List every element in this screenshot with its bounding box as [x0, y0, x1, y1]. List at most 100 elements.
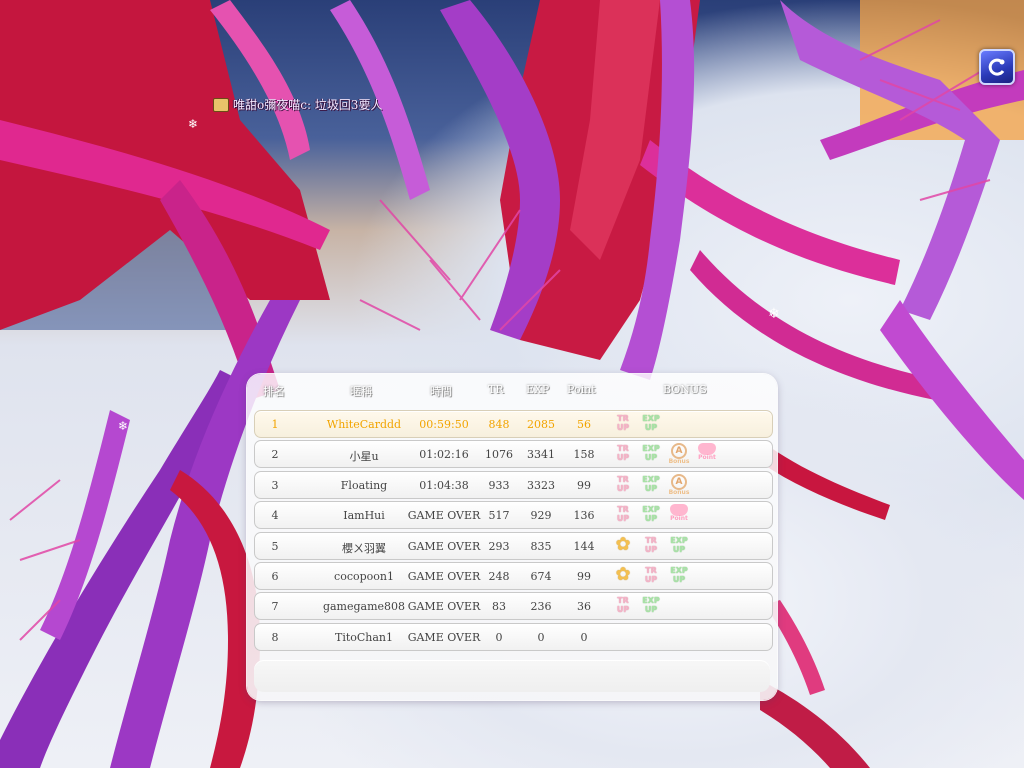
badge-top: EXP — [642, 474, 660, 484]
badge-bottom: UP — [616, 423, 630, 432]
panel-footer — [254, 660, 770, 692]
cell-name: IamHui — [343, 509, 385, 523]
badge-top: TR — [645, 566, 657, 575]
badge-top: EXP — [670, 535, 688, 545]
badge-bottom: Bonus — [668, 458, 690, 466]
tr-up-badge-icon: TR UP — [611, 474, 635, 496]
cell-rank: 2 — [271, 448, 279, 462]
cell-rank: 3 — [271, 478, 279, 492]
results-header: 排名 暱稱 時間 TR EXP Point BONUS — [247, 380, 777, 400]
badge-bottom: UP — [616, 605, 630, 615]
badge-bottom: UP — [644, 453, 658, 463]
point-badge-icon: Point — [667, 504, 691, 526]
bonus-badge-icon: A Bonus — [667, 473, 691, 496]
result-row: 3 Floating 01:04:38 933 3323 99 TR UP EXP UP A Bonu… — [254, 470, 773, 499]
header-tr: TR — [488, 383, 504, 396]
badge-top: EXP — [670, 566, 688, 575]
header-time: 時間 — [430, 385, 452, 398]
cell-point: 36 — [577, 600, 591, 614]
cell-tr: 848 — [488, 418, 510, 431]
cell-rank: 7 — [271, 600, 279, 614]
exp-up-badge-icon: EXP UP — [639, 413, 663, 435]
header-bonus: BONUS — [663, 383, 707, 396]
cell-name: cocopoon1 — [334, 570, 394, 583]
cell-exp: 835 — [530, 539, 552, 553]
tr-up-badge-icon: TR UP — [611, 413, 635, 435]
cell-time: GAME OVER — [407, 600, 481, 614]
exp-up-badge-icon: EXP UP — [639, 443, 663, 465]
cell-tr: 0 — [495, 630, 503, 644]
badge-bottom: UP — [644, 423, 658, 432]
badge-bottom: Bonus — [668, 488, 690, 496]
cell-point: 144 — [573, 539, 595, 553]
bonus-badges: TR UP EXP UP Point — [611, 503, 691, 527]
badge-bottom: UP — [672, 575, 686, 584]
cell-time: GAME OVER — [407, 509, 481, 523]
result-row: 5 櫻ㄨ羽翼 GAME OVER 293 835 144 ✿ TR UP EXP UP — [254, 531, 773, 560]
cell-exp: 2085 — [527, 418, 555, 431]
chat-message-text: 唯甜o彌夜喵c: 垃圾回3要人 — [233, 98, 383, 112]
race-results-panel: 排名 暱稱 時間 TR EXP Point BONUS 1 WhiteCarddd… — [247, 374, 777, 700]
cell-exp: 674 — [530, 570, 552, 583]
badge-top: EXP — [642, 596, 660, 606]
cell-name: 小星u — [349, 450, 379, 464]
cell-time: GAME OVER — [407, 539, 481, 553]
point-badge-icon: Point — [695, 443, 719, 465]
cell-rank: 6 — [271, 570, 279, 583]
cell-tr: 293 — [488, 539, 510, 553]
badge-bottom: UP — [616, 514, 630, 524]
tr-up-badge-icon: TR UP — [611, 443, 635, 465]
cell-rank: 5 — [271, 539, 279, 553]
badge-top: TR — [617, 444, 629, 454]
exp-up-badge-icon: EXP UP — [639, 474, 663, 496]
badge-top: EXP — [642, 505, 660, 515]
badge-bottom: UP — [616, 483, 630, 493]
exp-up-badge-icon: EXP UP — [667, 565, 691, 587]
cell-exp: 929 — [530, 509, 552, 523]
svg-text:❄: ❄ — [118, 419, 128, 433]
cell-time: GAME OVER — [407, 630, 481, 644]
star-badge-icon: ✿ — [615, 533, 631, 555]
result-row: 4 IamHui GAME OVER 517 929 136 TR UP EXP UP Point — [254, 501, 773, 530]
badge-top: TR — [645, 535, 657, 545]
tr-up-badge-icon: TR UP — [611, 595, 635, 617]
cell-time: 00:59:50 — [419, 418, 469, 431]
swirl-button[interactable] — [979, 49, 1015, 85]
cell-tr: 83 — [492, 600, 506, 614]
cell-point: 136 — [573, 509, 595, 523]
exp-up-badge-icon: EXP UP — [667, 535, 691, 557]
cell-name: Floating — [340, 478, 388, 492]
chat-bubble-icon — [213, 97, 229, 112]
result-row: 6 cocopoon1 GAME OVER 248 674 99 ✿ TR UP EXP UP — [254, 562, 773, 590]
cell-time: GAME OVER — [407, 570, 481, 583]
badge-bottom: UP — [644, 483, 658, 493]
cell-point: 56 — [577, 418, 591, 431]
badge-bottom: UP — [672, 544, 686, 554]
bonus-badges: TR UP EXP UP — [611, 594, 663, 618]
cell-rank: 8 — [271, 630, 279, 644]
header-exp: EXP — [526, 383, 550, 396]
exp-up-badge-icon: EXP UP — [639, 504, 663, 526]
badge-bottom: Point — [670, 515, 688, 523]
bonus-badges: TR UP EXP UP — [611, 412, 663, 436]
cell-point: 99 — [577, 478, 591, 492]
cell-exp: 3341 — [527, 448, 555, 462]
result-row: 7 gamegame808 GAME OVER 83 236 36 TR UP EXP UP — [254, 592, 773, 621]
svg-text:❄: ❄ — [188, 117, 198, 131]
badge-top: TR — [617, 474, 629, 484]
cell-exp: 3323 — [527, 478, 555, 492]
cell-exp: 0 — [537, 630, 545, 644]
cell-tr: 517 — [488, 509, 510, 523]
cell-tr: 1076 — [485, 448, 513, 462]
cell-exp: 236 — [530, 600, 552, 614]
cell-tr: 248 — [488, 570, 510, 583]
header-rank: 排名 — [263, 385, 285, 398]
tr-up-badge-icon: TR UP — [639, 565, 663, 587]
bonus-badges: TR UP EXP UP A Bonus — [611, 473, 691, 497]
header-point: Point — [567, 383, 596, 396]
cell-point: 99 — [577, 570, 591, 583]
bonus-badges: ✿ TR UP EXP UP — [611, 534, 691, 558]
badge-bottom: UP — [644, 544, 658, 554]
badge-bottom: UP — [644, 605, 658, 615]
cell-point: 0 — [580, 630, 588, 644]
